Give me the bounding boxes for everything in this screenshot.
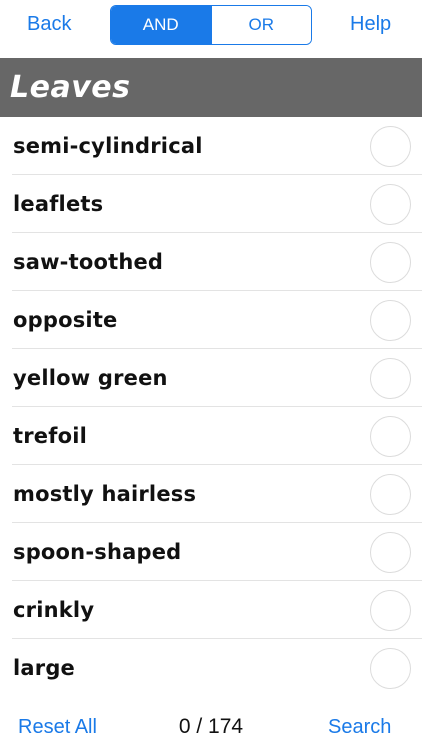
radio-circle-icon[interactable]: [370, 648, 411, 689]
segment-and[interactable]: AND: [111, 6, 211, 44]
radio-circle-icon[interactable]: [370, 532, 411, 573]
radio-circle-icon[interactable]: [370, 590, 411, 631]
list-item[interactable]: semi-cylindrical: [0, 117, 422, 175]
radio-circle-icon[interactable]: [370, 358, 411, 399]
list-item[interactable]: mostly hairless: [0, 465, 422, 523]
list-item[interactable]: opposite: [0, 291, 422, 349]
list-item[interactable]: trefoil: [0, 407, 422, 465]
bottom-toolbar: Reset All 0 / 174 Search: [0, 700, 422, 750]
help-button[interactable]: Help: [350, 12, 391, 36]
list-item[interactable]: saw-toothed: [0, 233, 422, 291]
option-label: opposite: [13, 308, 118, 332]
screen: Back AND OR Help Leaves semi-cylindrical…: [0, 0, 422, 750]
radio-circle-icon[interactable]: [370, 184, 411, 225]
list-item[interactable]: crinkly: [0, 581, 422, 639]
option-label: large: [13, 656, 76, 680]
radio-circle-icon[interactable]: [370, 126, 411, 167]
list-item[interactable]: large: [0, 639, 422, 697]
options-list: semi-cylindrical leaflets saw-toothed op…: [0, 117, 422, 697]
segment-or[interactable]: OR: [210, 6, 311, 44]
and-or-segmented-control: AND OR: [110, 5, 312, 45]
option-label: spoon-shaped: [13, 540, 182, 564]
section-title: Leaves: [10, 70, 131, 105]
radio-circle-icon[interactable]: [370, 416, 411, 457]
list-item[interactable]: spoon-shaped: [0, 523, 422, 581]
radio-circle-icon[interactable]: [370, 242, 411, 283]
top-navigation-bar: Back AND OR Help: [0, 0, 422, 58]
list-item[interactable]: yellow green: [0, 349, 422, 407]
option-label: crinkly: [13, 598, 95, 622]
option-label: semi-cylindrical: [13, 134, 203, 158]
back-button[interactable]: Back: [27, 12, 71, 36]
section-header: Leaves: [0, 58, 422, 117]
option-label: saw-toothed: [13, 250, 164, 274]
search-button[interactable]: Search: [328, 715, 391, 739]
option-label: yellow green: [13, 366, 168, 390]
radio-circle-icon[interactable]: [370, 474, 411, 515]
list-item[interactable]: leaflets: [0, 175, 422, 233]
radio-circle-icon[interactable]: [370, 300, 411, 341]
option-label: trefoil: [13, 424, 87, 448]
option-label: leaflets: [13, 192, 104, 216]
option-label: mostly hairless: [13, 482, 197, 506]
